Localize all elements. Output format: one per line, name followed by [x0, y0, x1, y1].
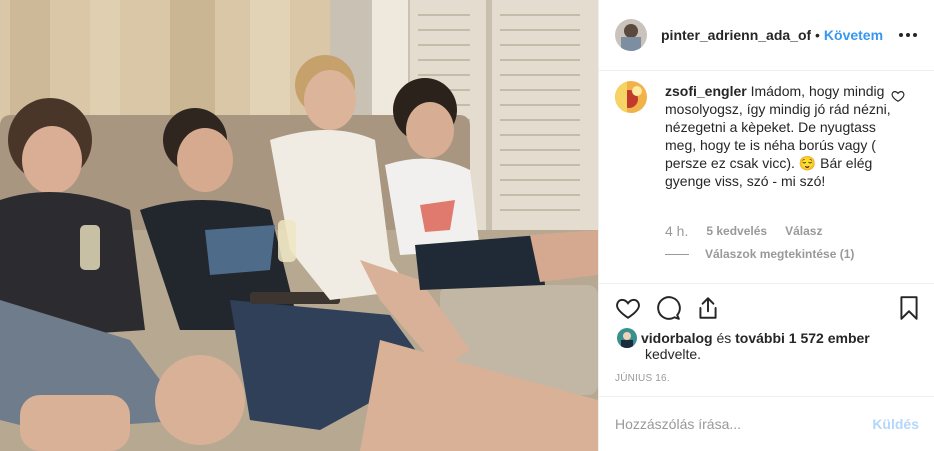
liker-avatar[interactable] [617, 328, 637, 348]
author-username[interactable]: pinter_adrienn_ada_offi [661, 27, 811, 43]
post-photo[interactable] [0, 0, 598, 451]
view-replies-button[interactable]: Válaszok megtekintése (1) [665, 247, 854, 261]
post-actions [599, 283, 934, 327]
share-icon[interactable] [695, 295, 721, 321]
follow-button[interactable]: Követem [824, 27, 883, 43]
comment-like-heart-icon[interactable] [891, 89, 905, 103]
commenter-avatar[interactable] [615, 81, 647, 113]
post-header: pinter_adrienn_ada_offi • Követem [599, 0, 934, 71]
reply-button[interactable]: Válasz [785, 224, 822, 238]
photo-image [0, 0, 598, 451]
comment-meta: 4 h. 5 kedvelés Válasz [665, 223, 822, 239]
post-panel: pinter_adrienn_ada_offi • Követem zsofi_… [598, 0, 934, 451]
bookmark-icon[interactable] [896, 295, 922, 321]
replies-line [665, 253, 689, 255]
likes-summary: vidorbalog és további 1 572 ember [617, 328, 917, 348]
comment-likes-count[interactable]: 5 kedvelés [706, 224, 767, 238]
comment-time[interactable]: 4 h. [665, 223, 688, 239]
likes-connector: és [712, 330, 736, 346]
likes-suffix: kedvelte. [645, 346, 702, 362]
send-button[interactable]: Küldés [872, 416, 919, 432]
post-date[interactable]: JÚNIUS 16. [615, 373, 670, 384]
comment-box: Küldés [599, 396, 934, 451]
commenter-username[interactable]: zsofi_engler [665, 83, 747, 99]
likes-others[interactable]: további 1 572 ember [735, 330, 870, 346]
comment-body: zsofi_engler Imádom, hogy mindig mosolyo… [665, 82, 891, 190]
author-avatar[interactable] [615, 19, 647, 51]
liker-username[interactable]: vidorbalog [641, 330, 713, 346]
comments-section: zsofi_engler Imádom, hogy mindig mosolyo… [599, 72, 934, 283]
heart-icon[interactable] [615, 295, 641, 321]
comment-input[interactable] [615, 414, 855, 434]
comment-icon[interactable] [655, 295, 681, 321]
view-replies-label: Válaszok megtekintése (1) [705, 247, 855, 261]
more-options-icon[interactable] [899, 26, 917, 44]
header-separator: • [815, 27, 820, 43]
